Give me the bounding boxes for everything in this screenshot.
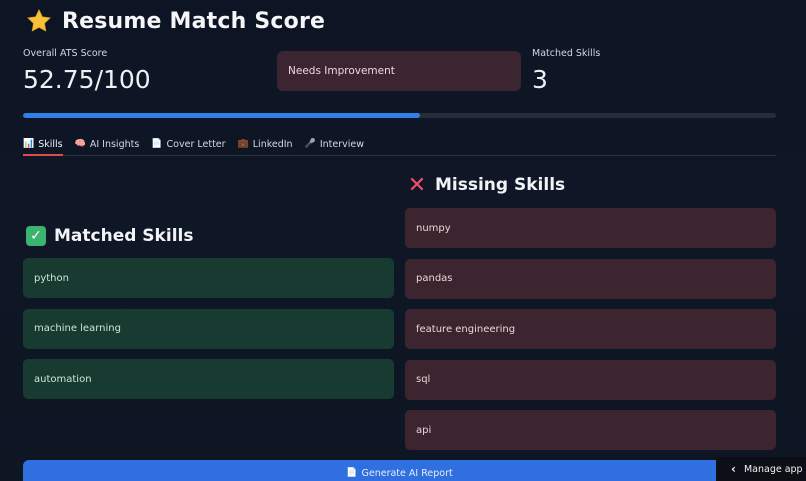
tab-skills[interactable]: 📊 Skills — [23, 134, 63, 156]
briefcase-icon: 💼 — [237, 139, 249, 149]
tab-ai-insights[interactable]: 🧠 AI Insights — [75, 134, 140, 155]
missing-skill-item: feature engineering — [405, 309, 776, 349]
page-header: Resume Match Score — [26, 4, 325, 38]
ats-score-value: 52.75/100 — [23, 65, 151, 94]
tab-label: AI Insights — [89, 139, 140, 150]
matched-skills-metric: Matched Skills 3 — [532, 48, 600, 94]
missing-skills-header: ✕ Missing Skills — [407, 172, 566, 198]
brain-icon: 🧠 — [74, 139, 86, 149]
missing-skill-item: sql — [405, 359, 776, 400]
matched-skills-value: 3 — [532, 65, 548, 94]
check-mark-icon: ✓ — [26, 226, 46, 246]
ats-progress-fill — [23, 113, 421, 118]
manage-app-button[interactable]: ‹ Manage app — [716, 457, 806, 481]
tab-label: Interview — [319, 139, 364, 150]
manage-app-label: Manage app — [743, 463, 803, 475]
chevron-left-icon: ‹ — [731, 462, 736, 476]
missing-skills-list: numpy pandas feature engineering sql api — [405, 208, 776, 450]
tab-cover-letter[interactable]: 📄 Cover Letter — [151, 134, 225, 155]
ats-score-metric: Overall ATS Score 52.75/100 — [23, 48, 151, 94]
tab-label: Cover Letter — [166, 139, 226, 150]
missing-skills-title: Missing Skills — [435, 175, 566, 195]
page-title: Resume Match Score — [62, 8, 326, 34]
status-badge: Needs Improvement — [277, 51, 521, 91]
cross-mark-icon: ✕ — [407, 172, 427, 198]
tab-linkedin[interactable]: 💼 LinkedIn — [238, 134, 293, 155]
generate-ai-report-button[interactable]: 📄 Generate AI Report — [23, 460, 776, 481]
matched-skills-header: ✓ Matched Skills — [26, 226, 193, 246]
missing-skill-item: numpy — [405, 208, 776, 248]
matched-skill-item: python — [23, 258, 394, 298]
matched-skill-item: machine learning — [23, 308, 394, 349]
missing-skill-item: api — [405, 410, 776, 450]
tab-bar: 📊 Skills 🧠 AI Insights 📄 Cover Letter 💼 … — [23, 134, 776, 156]
report-icon: 📄 — [346, 468, 358, 478]
document-icon: 📄 — [151, 139, 163, 149]
tab-label: Skills — [38, 139, 63, 150]
microphone-icon: 🎤 — [304, 139, 316, 149]
generate-ai-report-label: Generate AI Report — [361, 468, 453, 479]
app-page: Resume Match Score Overall ATS Score 52.… — [0, 0, 806, 481]
missing-skill-item: pandas — [405, 258, 776, 299]
chart-icon: 📊 — [23, 139, 35, 149]
tab-interview[interactable]: 🎤 Interview — [305, 134, 364, 155]
matched-skills-title: Matched Skills — [54, 226, 194, 246]
ats-score-label: Overall ATS Score — [23, 48, 108, 59]
matched-skill-item: automation — [23, 359, 394, 399]
tab-label: LinkedIn — [252, 139, 293, 150]
matched-skills-label: Matched Skills — [532, 48, 601, 59]
star-icon — [27, 8, 51, 32]
matched-skills-list: python machine learning automation — [23, 258, 394, 399]
ats-progress-bar — [23, 113, 776, 118]
